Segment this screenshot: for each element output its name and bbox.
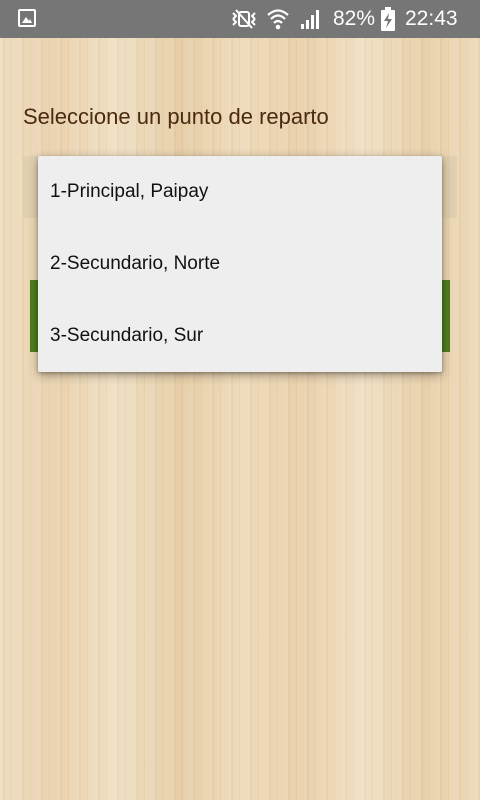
dropdown-option[interactable]: 2-Secundario, Norte [38, 228, 442, 300]
page-prompt-label: Seleccione un punto de reparto [23, 104, 329, 129]
signal-icon [300, 8, 322, 35]
wifi-icon [266, 7, 290, 36]
dropdown-option[interactable]: 3-Secundario, Sur [38, 300, 442, 372]
gallery-icon [18, 9, 36, 27]
status-bar: 82% 22:43 [0, 0, 480, 38]
clock: 22:43 [405, 7, 458, 30]
dropdown-option[interactable]: 1-Principal, Paipay [38, 156, 442, 228]
mute-icon [230, 8, 258, 35]
battery-charging-icon [381, 7, 395, 36]
delivery-point-dropdown: 1-Principal, Paipay 2-Secundario, Norte … [38, 156, 442, 372]
battery-percentage: 82% [333, 7, 376, 30]
